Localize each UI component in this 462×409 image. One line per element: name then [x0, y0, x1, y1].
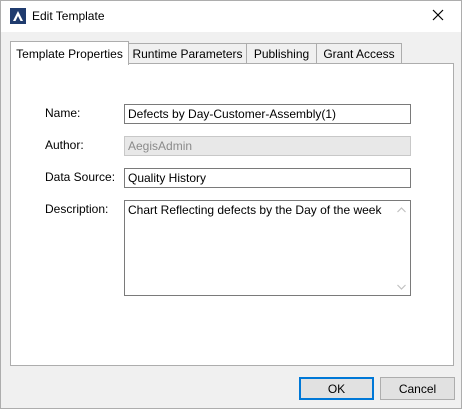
- title-bar[interactable]: Edit Template: [1, 1, 461, 32]
- template-properties-panel: Name: Defects by Day-Customer-Assembly(1…: [10, 63, 454, 366]
- description-label: Description:: [45, 202, 109, 216]
- edit-template-dialog: Edit Template Template Properties Runtim…: [0, 0, 462, 409]
- ok-button[interactable]: OK: [299, 377, 374, 400]
- tab-bar: Template Properties Runtime Parameters P…: [10, 41, 454, 65]
- close-icon: [432, 9, 444, 24]
- tab-template-properties[interactable]: Template Properties: [10, 41, 129, 65]
- tab-grant-access[interactable]: Grant Access: [316, 43, 402, 64]
- data-source-field[interactable]: Quality History: [124, 168, 411, 188]
- name-label: Name:: [45, 106, 81, 120]
- author-label: Author:: [45, 138, 84, 152]
- scroll-down-icon[interactable]: [393, 278, 410, 295]
- description-scrollbar[interactable]: [393, 201, 410, 295]
- cancel-button[interactable]: Cancel: [380, 377, 455, 400]
- app-logo-icon: [10, 8, 26, 24]
- window-title: Edit Template: [32, 9, 105, 23]
- tab-label: Template Properties: [16, 46, 123, 61]
- tab-label: Publishing: [253, 47, 310, 61]
- tab-publishing[interactable]: Publishing: [246, 43, 317, 64]
- tab-runtime-parameters[interactable]: Runtime Parameters: [128, 43, 247, 64]
- scroll-up-icon[interactable]: [393, 201, 410, 218]
- tab-label: Grant Access: [323, 47, 395, 61]
- data-source-label: Data Source:: [45, 170, 116, 184]
- description-textarea[interactable]: Chart Reflecting defects by the Day of t…: [124, 200, 411, 296]
- author-field: AegisAdmin: [124, 136, 411, 156]
- tab-label: Runtime Parameters: [132, 47, 243, 61]
- close-button[interactable]: [415, 1, 461, 32]
- name-field[interactable]: Defects by Day-Customer-Assembly(1): [124, 104, 411, 124]
- description-text: Chart Reflecting defects by the Day of t…: [128, 203, 382, 217]
